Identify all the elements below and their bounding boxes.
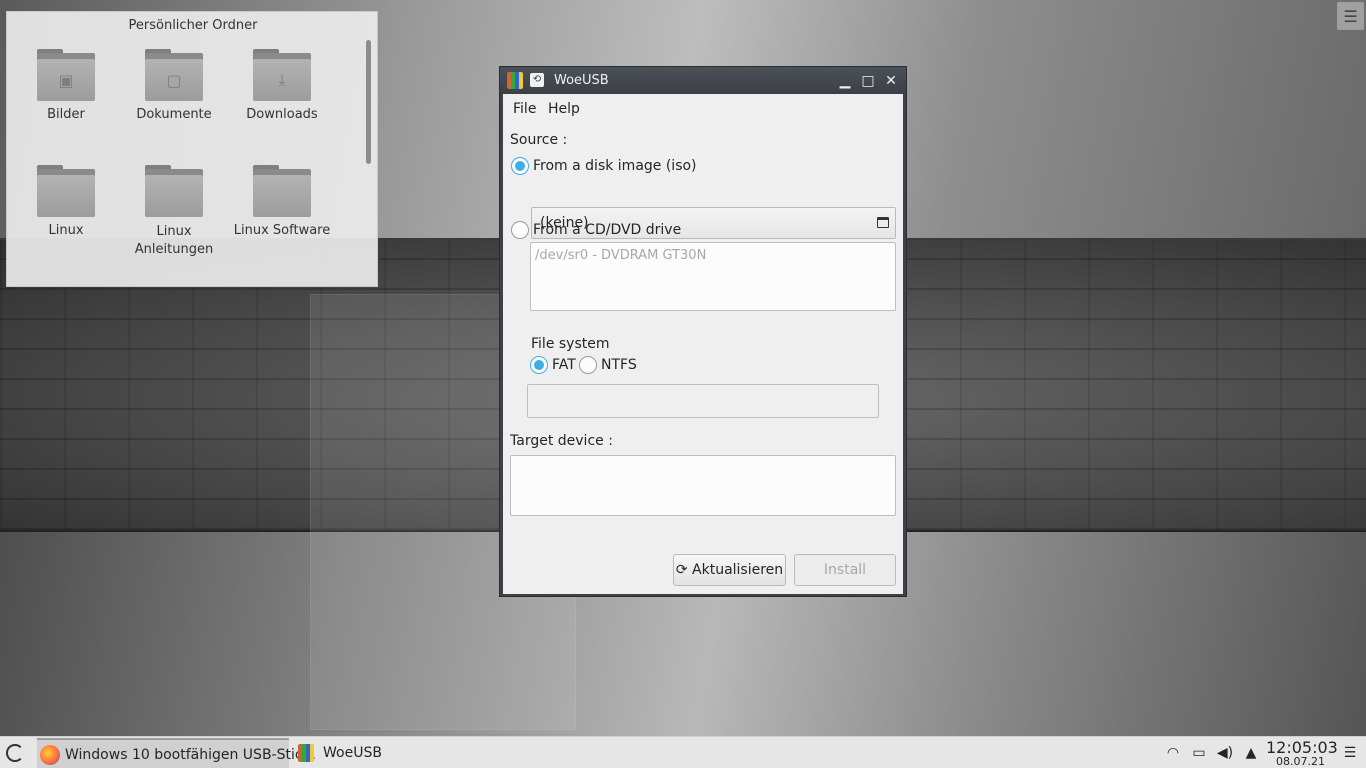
clock-date[interactable]: 08.07.21 — [1276, 755, 1325, 768]
window-title: WoeUSB — [554, 73, 609, 88]
filesystem-title: File system — [531, 336, 611, 352]
image-folder-icon: ▣ — [37, 49, 95, 101]
woeusb-window: ⟲ WoeUSB ▁ □ ✕ File Help Source : From a… — [499, 66, 907, 597]
woeusb-app-icon[interactable] — [507, 72, 523, 89]
application-launcher-icon[interactable] — [6, 744, 24, 762]
disk-image-option-label[interactable]: From a disk image (iso) — [533, 158, 697, 174]
folder-widget-title: Persönlicher Ordner — [128, 18, 258, 33]
fat-radio[interactable] — [530, 356, 548, 374]
install-button[interactable]: Install — [794, 554, 896, 586]
folder-icon — [37, 165, 95, 217]
folder-item-dokumente[interactable]: ▢ Dokumente — [120, 49, 228, 122]
woeusb-icon — [298, 744, 314, 762]
refresh-button[interactable]: ⟳ Aktualisieren — [673, 554, 786, 586]
maximize-icon[interactable]: □ — [858, 71, 878, 91]
show-hidden-icons-icon[interactable]: ▲ — [1242, 745, 1260, 761]
close-icon[interactable]: ✕ — [881, 71, 901, 91]
hamburger-icon: ☰ — [1343, 6, 1358, 26]
keep-above-icon[interactable]: ⟲ — [530, 73, 544, 87]
task-label: WoeUSB — [323, 745, 382, 761]
folder-item-label: Linux Software — [233, 223, 331, 238]
task-woeusb[interactable]: WoeUSB — [295, 738, 545, 768]
wifi-icon[interactable]: ◠ — [1164, 745, 1182, 761]
filesystem-groupbox — [527, 384, 879, 418]
folder-item-bilder[interactable]: ▣ Bilder — [12, 49, 120, 122]
refresh-button-label: Aktualisieren — [692, 562, 784, 578]
cd-drive-radio[interactable] — [511, 221, 529, 239]
cd-drive-option-label[interactable]: From a CD/DVD drive — [533, 222, 681, 238]
ntfs-label[interactable]: NTFS — [601, 357, 637, 373]
taskbar: Windows 10 bootfähigen USB-Stic... WoeUS… — [0, 736, 1366, 768]
window-client-area: File Help Source : From a disk image (is… — [503, 94, 903, 594]
download-folder-icon: ⤓ — [253, 49, 311, 101]
menu-file[interactable]: File — [513, 101, 536, 117]
folder-icon — [145, 165, 203, 217]
folder-widget-scrollbar[interactable] — [366, 40, 371, 164]
minimize-icon[interactable]: ▁ — [835, 71, 855, 91]
cd-drive-list[interactable]: /dev/sr0 - DVDRAM GT30N — [530, 242, 896, 311]
folder-item-label: Linux — [48, 223, 84, 238]
volume-icon[interactable]: ◀) — [1216, 745, 1234, 761]
target-device-label: Target device : — [510, 433, 613, 449]
folder-view-widget: Persönlicher Ordner ▣ Bilder ▢ Dokumente… — [6, 11, 378, 287]
task-label: Windows 10 bootfähigen USB-Stic... — [65, 747, 316, 763]
folder-item-label: Linux Anleitungen — [134, 224, 214, 257]
folder-item-downloads[interactable]: ⤓ Downloads — [228, 49, 336, 122]
open-folder-icon[interactable] — [877, 217, 889, 228]
folder-icon — [253, 165, 311, 217]
firefox-icon — [40, 745, 60, 765]
refresh-icon: ⟳ — [675, 562, 693, 578]
task-firefox[interactable]: Windows 10 bootfähigen USB-Stic... — [37, 738, 316, 768]
target-device-list[interactable] — [510, 455, 896, 516]
panel-menu-icon[interactable]: ☰ — [1341, 745, 1359, 761]
folder-item-label: Dokumente — [136, 107, 212, 122]
cd-drive-entry[interactable]: /dev/sr0 - DVDRAM GT30N — [535, 248, 706, 263]
document-folder-icon: ▢ — [145, 49, 203, 101]
ntfs-radio[interactable] — [579, 356, 597, 374]
window-titlebar[interactable]: ⟲ WoeUSB ▁ □ ✕ — [500, 67, 906, 94]
folder-item-linux-anleitungen[interactable]: Linux Anleitungen — [120, 165, 228, 259]
folder-item-linux-software[interactable]: Linux Software — [228, 165, 336, 238]
folder-item-linux[interactable]: Linux — [12, 165, 120, 238]
desktop-menu-button[interactable]: ☰ — [1337, 2, 1364, 30]
install-button-label: Install — [823, 562, 867, 578]
menubar: File Help — [503, 94, 903, 122]
folder-item-label: Downloads — [246, 107, 318, 122]
battery-icon[interactable]: ▭ — [1190, 745, 1208, 761]
disk-image-radio[interactable] — [511, 157, 529, 175]
fat-label[interactable]: FAT — [552, 357, 576, 373]
menu-help[interactable]: Help — [548, 101, 580, 117]
folder-item-label: Bilder — [47, 107, 85, 122]
source-label: Source : — [510, 132, 568, 148]
